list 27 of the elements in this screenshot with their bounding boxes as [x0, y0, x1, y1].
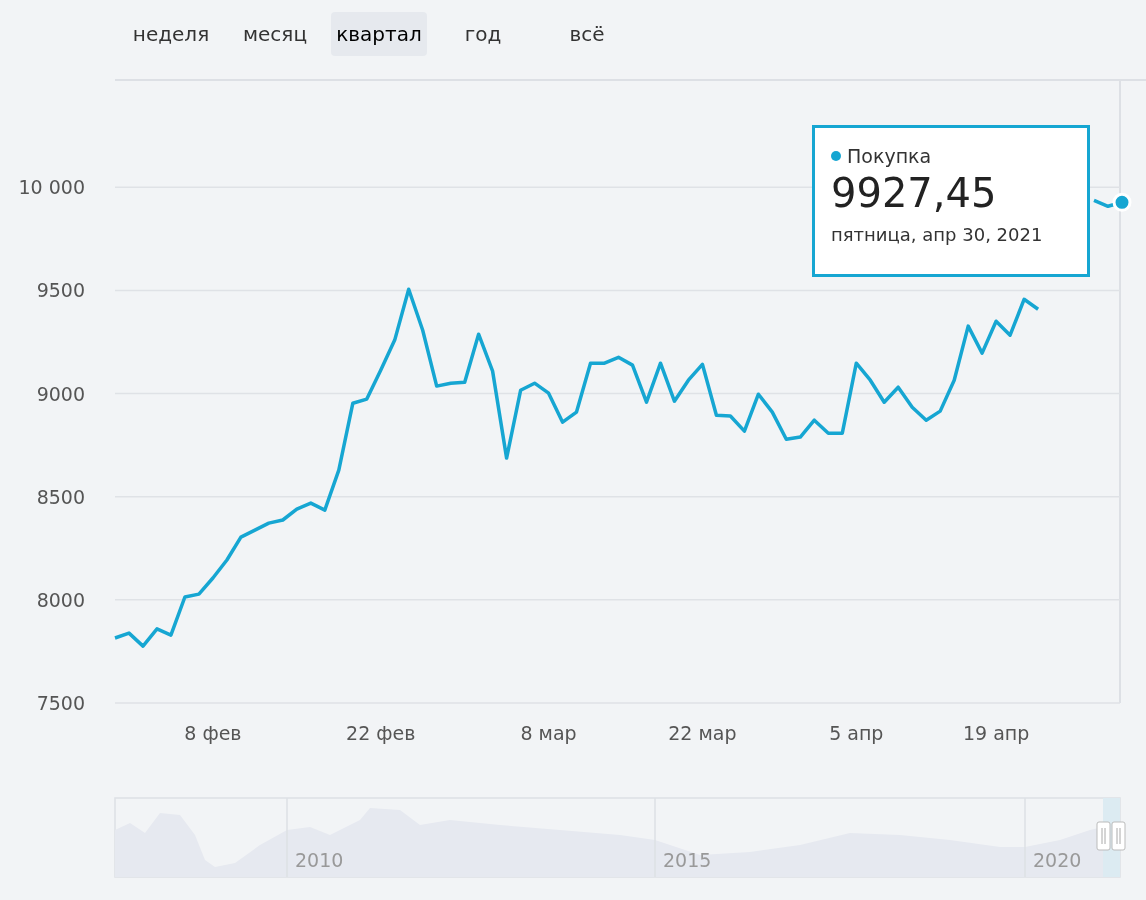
year-label: 2010	[295, 849, 344, 871]
range-tab[interactable]: месяц	[227, 12, 323, 56]
tooltip-series-name: Покупка	[847, 144, 932, 169]
x-axis-label: 22 фев	[346, 722, 416, 744]
drag-handle-icon[interactable]	[1111, 821, 1126, 851]
series-dot-icon	[831, 151, 841, 162]
year-label: 2015	[663, 849, 712, 871]
x-axis-label: 8 мар	[520, 722, 577, 744]
range-tab[interactable]: всё	[539, 12, 635, 56]
year-label: 2020	[1033, 849, 1082, 871]
x-axis-label: 22 мар	[668, 722, 737, 744]
tooltip-value: 9927,45	[831, 170, 998, 215]
y-axis-label: 8000	[36, 588, 85, 611]
y-axis-label: 7500	[36, 692, 85, 714]
x-axis-label: 5 апр	[829, 722, 884, 744]
y-axis-label: 10 000	[18, 176, 85, 199]
y-axis-label: 9500	[36, 279, 85, 302]
tooltip-date: пятница, апр 30, 2021	[831, 222, 1044, 247]
hover-point	[1112, 192, 1132, 212]
drag-handle-icon[interactable]	[1096, 821, 1111, 851]
y-axis-label: 8500	[36, 485, 85, 508]
range-tab[interactable]: год	[435, 12, 531, 56]
range-tab[interactable]: квартал	[331, 12, 427, 56]
range-tab[interactable]: неделя	[123, 12, 219, 56]
x-axis-label: 19 апр	[962, 722, 1030, 744]
x-axis-label: 8 фев	[184, 722, 242, 744]
y-axis-label: 9000	[36, 382, 85, 405]
